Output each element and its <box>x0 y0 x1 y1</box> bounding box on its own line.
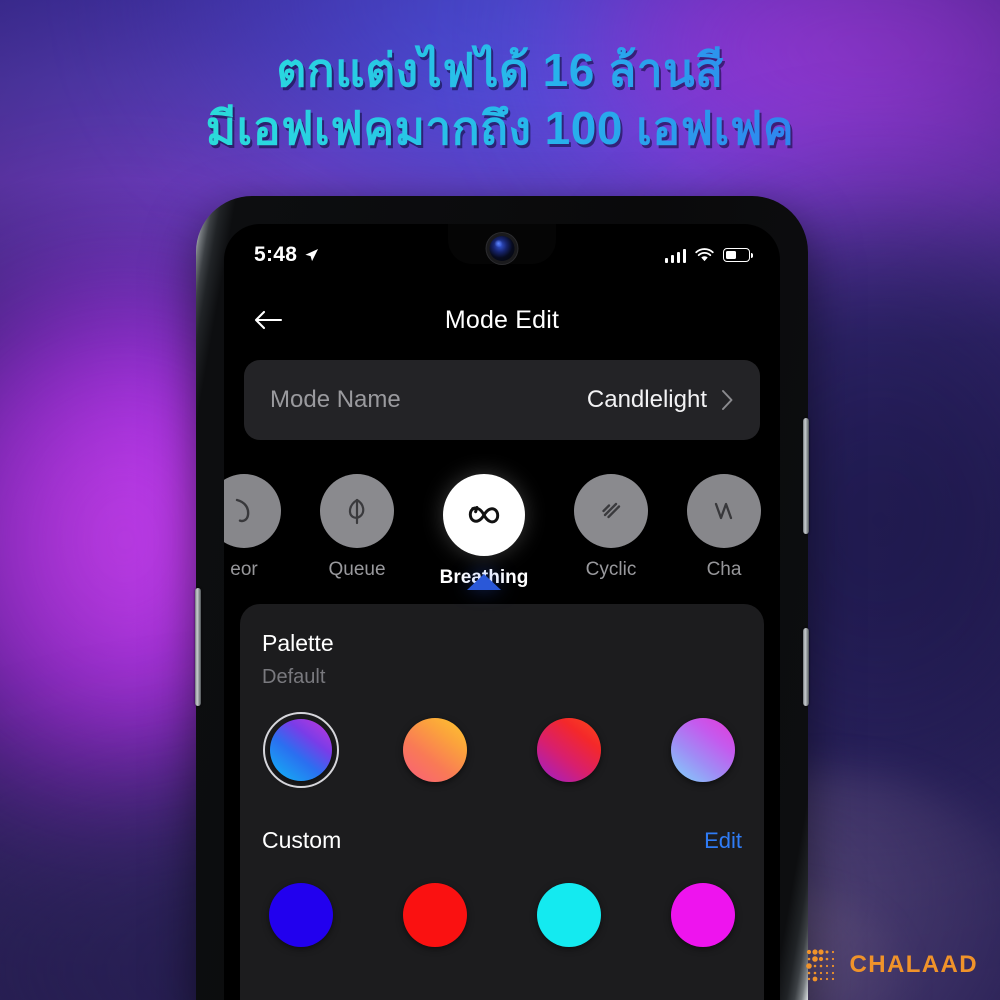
palette-swatch-3[interactable] <box>530 711 608 789</box>
status-time: 5:48 <box>254 243 298 266</box>
mode-name-row[interactable]: Mode Name Candlelight <box>244 360 760 440</box>
cyclic-lines-icon <box>574 474 648 548</box>
mode-item-cyclic[interactable]: Cyclic <box>550 474 672 581</box>
page-title: Mode Edit <box>444 305 560 334</box>
mode-label-meteor: eor <box>230 559 258 580</box>
custom-color-4-swatch <box>671 883 735 947</box>
palette-swatch-4-color <box>671 718 735 782</box>
palette-title: Palette <box>262 630 334 656</box>
mode-carousel[interactable]: eor Queue Breathing Cyclic Cha <box>224 474 780 604</box>
palette-swatch-3-color <box>537 718 601 782</box>
back-arrow-icon <box>254 310 283 330</box>
headline-line-2: มีเอฟเฟคมากถึง 100 เอฟเฟค <box>0 102 1000 156</box>
mode-label-cyclic: Cyclic <box>585 559 637 580</box>
palette-panel: Palette Default Custom Edit <box>240 604 764 1000</box>
default-swatch-row <box>262 711 742 789</box>
custom-section-header: Custom Edit <box>262 827 742 854</box>
mode-item-breathing[interactable]: Breathing <box>418 474 550 590</box>
custom-color-3-swatch <box>537 883 601 947</box>
custom-color-row <box>262 876 742 954</box>
palette-swatch-1[interactable] <box>262 711 340 789</box>
back-button[interactable] <box>246 298 290 342</box>
mode-label-queue: Queue <box>328 559 386 580</box>
custom-color-2-swatch <box>403 883 467 947</box>
palette-swatch-2[interactable] <box>396 711 474 789</box>
palette-subtitle: Default <box>262 666 326 688</box>
palette-swatch-2-color <box>403 718 467 782</box>
promo-headline: ตกแต่งไฟได้ 16 ล้านสี มีเอฟเฟคมากถึง 100… <box>0 44 1000 155</box>
mode-label-chase: Cha <box>706 559 742 580</box>
mode-item-chase[interactable]: Cha <box>672 474 776 581</box>
status-bar-left: 5:48 <box>254 243 319 267</box>
custom-title: Custom <box>262 827 342 853</box>
custom-color-1[interactable] <box>262 876 340 954</box>
phone-volume-button[interactable] <box>803 418 809 534</box>
nav-bar: Mode Edit <box>224 286 780 354</box>
phone-power-button[interactable] <box>803 628 809 706</box>
phone-mockup: 5:48 Mode Edit Mode Name Candlelight eor… <box>195 196 809 1000</box>
mode-item-meteor[interactable]: eor <box>224 474 296 581</box>
custom-color-2[interactable] <box>396 876 474 954</box>
chevron-right-icon <box>721 389 734 411</box>
breathing-infinity-icon <box>443 474 525 556</box>
front-camera-icon <box>489 236 515 261</box>
mode-name-label: Mode Name <box>270 386 401 413</box>
palette-swatch-4[interactable] <box>664 711 742 789</box>
custom-color-4[interactable] <box>664 876 742 954</box>
custom-color-3[interactable] <box>530 876 608 954</box>
selected-mode-pointer <box>467 574 501 590</box>
signal-bars-icon <box>664 248 686 263</box>
status-bar-right <box>664 247 753 263</box>
dot-matrix-logo-icon <box>805 949 834 982</box>
meteor-icon <box>224 474 281 548</box>
location-arrow-icon <box>305 248 319 261</box>
battery-icon <box>723 248 753 262</box>
mode-name-value: Candlelight <box>586 386 707 413</box>
headline-line-1: ตกแต่งไฟได้ 16 ล้านสี <box>0 44 1000 98</box>
brand-name: CHALAAD <box>849 951 978 978</box>
brand-watermark: CHALAAD <box>805 948 978 982</box>
mode-item-queue[interactable]: Queue <box>296 474 418 581</box>
palette-swatch-1-color <box>270 719 332 781</box>
phone-left-button[interactable] <box>195 588 201 706</box>
custom-color-1-swatch <box>269 883 333 947</box>
chase-icon <box>687 474 761 548</box>
wifi-icon <box>695 247 714 261</box>
edit-button[interactable]: Edit <box>704 828 742 854</box>
queue-leaf-icon <box>320 474 394 548</box>
phone-screen: 5:48 Mode Edit Mode Name Candlelight eor… <box>224 224 780 1000</box>
